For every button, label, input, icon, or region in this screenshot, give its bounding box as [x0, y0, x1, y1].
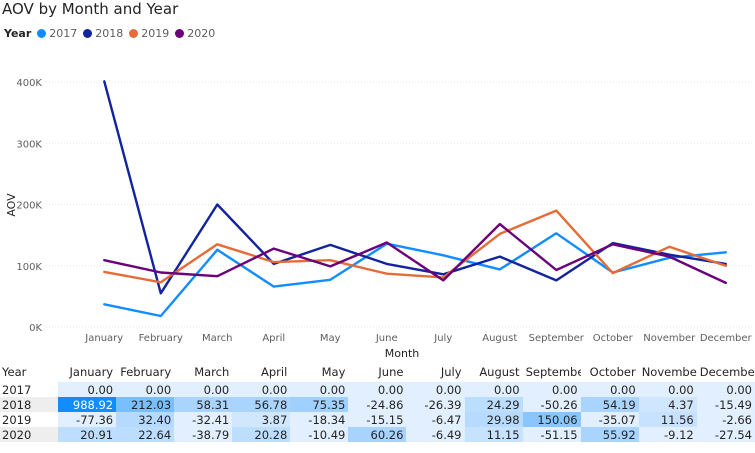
x-tick-label: September — [529, 333, 585, 344]
matrix-column-header: August — [479, 365, 520, 379]
matrix-cell: -77.36 — [58, 412, 117, 427]
matrix-row: 2017 0.00 0.00 0.00 0.00 0.00 0.00 0.00 0.00 0.00… — [0, 382, 755, 397]
matrix-cell: 11.56 — [638, 412, 697, 427]
matrix-cell: 3.87 — [232, 412, 291, 427]
matrix-cell: -24.86 — [348, 397, 407, 412]
matrix-corner-header: Year — [2, 365, 27, 379]
matrix-column-header: June — [378, 365, 404, 379]
x-tick-label: March — [202, 333, 232, 344]
matrix-column-header: March — [194, 365, 230, 379]
matrix-column-header: February — [120, 365, 172, 379]
matrix-cell: 0.00 — [290, 382, 349, 397]
x-tick-label: December — [700, 333, 753, 344]
matrix-column-header: April — [261, 365, 288, 379]
y-tick-label: 300K — [16, 139, 42, 150]
matrix-cell: -27.54 — [696, 427, 755, 442]
matrix-column-header: October — [589, 365, 636, 379]
matrix-row-header: 2017 — [0, 382, 59, 397]
matrix-cell: 22.64 — [116, 427, 175, 442]
y-axis-title: AOV — [5, 193, 18, 217]
matrix-cell: 24.29 — [464, 397, 523, 412]
y-tick-label: 400K — [16, 78, 42, 89]
matrix-row: 2018 988.92 212.03 58.31 56.78 75.35 -24.86 -26… — [0, 397, 755, 412]
matrix-cell: 212.03 — [116, 397, 175, 412]
matrix-body: 2017 0.00 0.00 0.00 0.00 0.00 0.00 0.00 0.00 0.00… — [0, 382, 755, 442]
matrix-cell: 0.00 — [348, 382, 407, 397]
matrix-cell: -15.49 — [696, 397, 755, 412]
matrix-cell: 4.37 — [638, 397, 697, 412]
matrix-row-header: 2020 — [0, 427, 59, 442]
series-line-2020 — [103, 222, 727, 285]
x-axis-title: Month — [385, 347, 420, 360]
aov-change-matrix: Year January February March April May June Jul… — [0, 362, 755, 442]
x-tick-label: July — [433, 333, 452, 344]
matrix-cell: 0.00 — [174, 382, 233, 397]
matrix-cell: 54.19 — [580, 397, 639, 412]
line-chart: 0K 100K 200K 300K 400K AOV January February Marc… — [5, 78, 754, 360]
matrix-cell: -50.26 — [522, 397, 581, 412]
matrix-cell: 32.40 — [116, 412, 175, 427]
matrix-cell: 11.15 — [464, 427, 523, 442]
matrix-cell: 150.06 — [522, 412, 581, 427]
matrix-row: 2020 20.91 22.64 -38.79 20.28 -10.49 60.26 -6.4… — [0, 427, 755, 442]
matrix-cell: -15.15 — [348, 412, 407, 427]
x-tick-label: October — [593, 333, 634, 344]
matrix-cell: 0.00 — [232, 382, 291, 397]
matrix-cell: -26.39 — [406, 397, 465, 412]
x-tick-label: June — [375, 333, 398, 344]
matrix-cell: 55.92 — [580, 427, 639, 442]
y-tick-label: 0K — [29, 323, 42, 334]
matrix-cell: 0.00 — [58, 382, 117, 397]
matrix-column-header: January — [69, 365, 114, 379]
x-tick-label: November — [643, 333, 696, 344]
x-tick-label: April — [262, 333, 285, 344]
matrix-cell: 58.31 — [174, 397, 233, 412]
matrix-cell: -18.34 — [290, 412, 349, 427]
matrix-cell: 0.00 — [406, 382, 465, 397]
matrix-cell: -51.15 — [522, 427, 581, 442]
matrix-cell: -2.66 — [696, 412, 755, 427]
matrix-cell: 75.35 — [290, 397, 349, 412]
matrix-column-header: May — [321, 365, 346, 379]
matrix-cell: 0.00 — [464, 382, 523, 397]
y-tick-label: 100K — [16, 262, 42, 273]
matrix-row-header: 2019 — [0, 412, 59, 427]
x-tick-label: February — [139, 333, 183, 344]
matrix-header-row: Year January February March April May June Jul… — [0, 362, 755, 382]
matrix-cell: 988.92 — [58, 397, 117, 412]
matrix-row: 2019 -77.36 32.40 -32.41 3.87 -18.34 -15.15 -6.… — [0, 412, 755, 427]
matrix-cell: -38.79 — [174, 427, 233, 442]
matrix-cell: 29.98 — [464, 412, 523, 427]
matrix-cell: 0.00 — [522, 382, 581, 397]
matrix-cell: -6.47 — [406, 412, 465, 427]
matrix-cell: -35.07 — [580, 412, 639, 427]
matrix-cell: -9.12 — [638, 427, 697, 442]
matrix-column-header: September — [525, 365, 581, 379]
matrix-row-header: 2018 — [0, 397, 59, 412]
matrix-cell: 20.28 — [232, 427, 291, 442]
matrix-cell: 0.00 — [116, 382, 175, 397]
matrix-cell: 20.91 — [58, 427, 117, 442]
matrix-cell: -32.41 — [174, 412, 233, 427]
x-tick-label: May — [320, 333, 341, 344]
matrix-cell: -10.49 — [290, 427, 349, 442]
matrix-column-header: November — [641, 365, 697, 379]
matrix-column-header: December — [699, 365, 755, 379]
matrix-column-header: July — [440, 365, 462, 379]
x-tick-label: August — [482, 333, 517, 344]
matrix-cell: 56.78 — [232, 397, 291, 412]
y-tick-label: 200K — [16, 201, 42, 212]
matrix-cell: 60.26 — [348, 427, 407, 442]
matrix-cell: 0.00 — [580, 382, 639, 397]
x-tick-label: January — [84, 333, 123, 344]
matrix-cell: 0.00 — [638, 382, 697, 397]
matrix-cell: -6.49 — [406, 427, 465, 442]
matrix-cell: 0.00 — [696, 382, 755, 397]
